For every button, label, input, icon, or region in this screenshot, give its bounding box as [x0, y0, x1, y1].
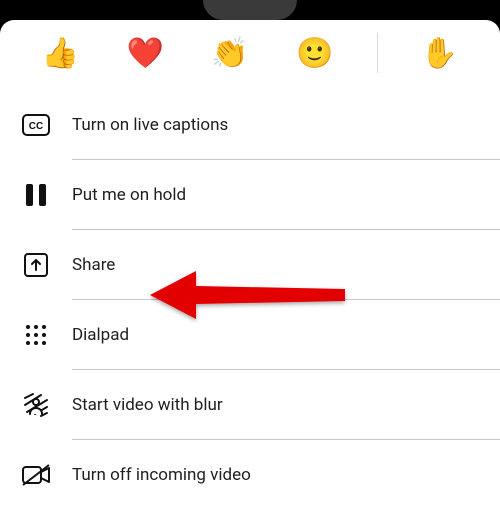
- menu-item-label: Put me on hold: [72, 185, 186, 205]
- menu-item-hold[interactable]: Put me on hold: [0, 160, 500, 230]
- more-menu: CC Turn on live captions Put me on hold …: [0, 90, 500, 510]
- pause-icon: [0, 183, 72, 207]
- dialpad-icon: [0, 323, 72, 347]
- menu-item-label: Share: [72, 255, 115, 275]
- reaction-love[interactable]: ❤️: [122, 30, 168, 76]
- menu-item-label: Dialpad: [72, 325, 129, 345]
- menu-item-label: Turn on live captions: [72, 115, 228, 135]
- menu-item-dialpad[interactable]: Dialpad: [0, 300, 500, 370]
- reaction-smile[interactable]: 🙂: [292, 30, 338, 76]
- menu-item-incoming-video-off[interactable]: Turn off incoming video: [0, 440, 500, 510]
- blur-icon: [0, 392, 72, 418]
- menu-item-share[interactable]: Share: [0, 230, 500, 300]
- video-off-icon: [0, 463, 72, 487]
- menu-item-captions[interactable]: CC Turn on live captions: [0, 90, 500, 160]
- share-icon: [0, 252, 72, 278]
- menu-item-label: Start video with blur: [72, 395, 223, 415]
- reaction-clap[interactable]: 👏: [207, 30, 253, 76]
- menu-item-label: Turn off incoming video: [72, 465, 251, 485]
- reactions-separator: [377, 33, 378, 73]
- svg-text:CC: CC: [29, 121, 43, 132]
- reactions-bar: 👍 ❤️ 👏 🙂 ✋: [0, 20, 500, 90]
- menu-item-start-blur[interactable]: Start video with blur: [0, 370, 500, 440]
- captions-icon: CC: [0, 114, 72, 136]
- reaction-like[interactable]: 👍: [37, 30, 83, 76]
- reaction-raise-hand[interactable]: ✋: [417, 30, 463, 76]
